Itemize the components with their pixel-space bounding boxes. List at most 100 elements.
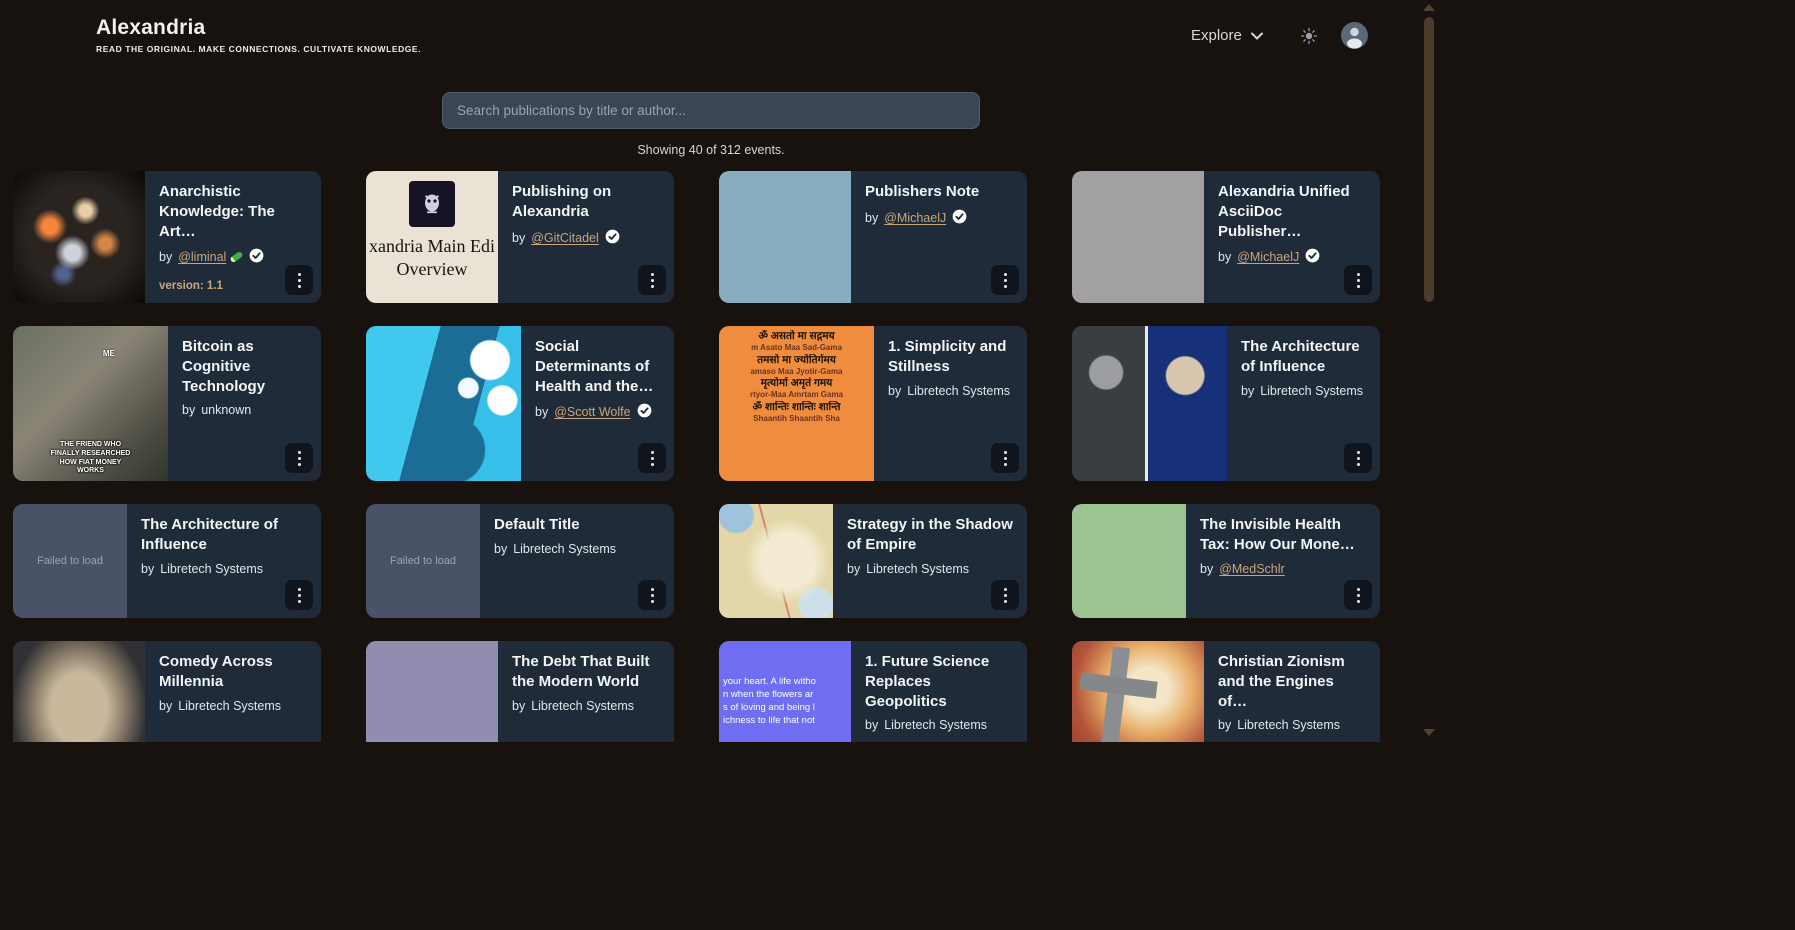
publication-title: The Architecture of Influence [141, 515, 307, 555]
author-link[interactable]: @GitCitadel [531, 231, 599, 245]
mantra-line: ॐ शान्तिः शान्तिः शान्ति [722, 401, 871, 414]
publication-card[interactable]: Failed to loadDefault TitlebyLibretech S… [366, 504, 674, 618]
author-name: Libretech Systems [884, 718, 987, 732]
author-name: Libretech Systems [531, 699, 634, 713]
publications-grid: Anarchistic Knowledge: The Art… by @limina… [13, 171, 1383, 742]
publication-byline: by Libretech Systems [512, 699, 660, 713]
card-menu-button[interactable] [991, 265, 1019, 295]
verified-badge [249, 248, 264, 266]
excerpt-line: your heart. A life witho [723, 675, 847, 688]
publication-card[interactable]: The Invisible Health Tax: How Our Mone…b… [1072, 504, 1380, 618]
publication-card[interactable]: xandria Main EdiOverviewPublishing on Al… [366, 171, 674, 303]
verified-badge-icon [1305, 248, 1320, 263]
fiat-money-meme: METHE FRIEND WHOFINALLY RESEARCHEDHOW FI… [13, 326, 168, 481]
chevron-down-icon [1251, 32, 1263, 40]
publication-card[interactable]: Failed to load The Architecture of Influe… [13, 504, 321, 618]
card-menu-button[interactable] [991, 580, 1019, 610]
publication-title: Publishing on Alexandria [512, 182, 660, 222]
card-menu-button[interactable] [1344, 265, 1372, 295]
author-link[interactable]: @MedSchlr [1219, 562, 1285, 576]
scrollbar-down-arrow[interactable] [1423, 729, 1435, 736]
by-prefix: by [1218, 718, 1231, 732]
search-bar [442, 92, 980, 129]
publication-title: Strategy in the Shadow of Empire [847, 515, 1013, 555]
author-link[interactable]: @MichaelJ [884, 211, 946, 225]
theme-toggle-button[interactable] [1301, 28, 1317, 44]
verified-badge-icon [952, 209, 967, 224]
excerpt-line: ichness to life that not [723, 714, 847, 727]
card-menu-button[interactable] [991, 443, 1019, 473]
publication-card-body: The Debt That Built the Modern WorldbyLi… [498, 641, 674, 742]
publication-title: Default Title [494, 515, 660, 535]
failed-thumbnail: Failed to load [13, 504, 127, 618]
publication-card[interactable]: The Architecture of InfluencebyLibretech… [1072, 326, 1380, 481]
explore-menu-button[interactable]: Explore [1189, 23, 1265, 48]
card-menu-button[interactable] [285, 580, 313, 610]
by-prefix: by [847, 562, 860, 576]
verified-badge-icon [249, 248, 264, 263]
publication-title: The Architecture of Influence [1241, 337, 1366, 377]
author-link[interactable]: @liminal [178, 250, 243, 264]
publication-card[interactable]: Publishers Noteby@MichaelJ [719, 171, 1027, 303]
publication-title: The Invisible Health Tax: How Our Mone… [1200, 515, 1366, 555]
publication-card[interactable]: The Debt That Built the Modern WorldbyLi… [366, 641, 674, 742]
publication-card[interactable]: ॐ असतो मा सद्गमयm Asato Maa Sad-Gamaतमसो… [719, 326, 1027, 481]
avatar-button[interactable] [1341, 22, 1368, 49]
by-prefix: by [182, 403, 195, 417]
author-link[interactable]: @Scott Wolfe [554, 405, 630, 419]
publication-card-body: The Architecture of InfluencebyLibretech… [1227, 326, 1380, 481]
verified-badge [605, 229, 620, 247]
publication-byline: by@GitCitadel [512, 229, 660, 247]
by-prefix: by [865, 718, 878, 732]
publication-title: Anarchistic Knowledge: The Art… [159, 182, 307, 241]
explore-label: Explore [1191, 27, 1242, 44]
author-name: Libretech Systems [513, 542, 616, 556]
meme-caption: THE FRIEND WHOFINALLY RESEARCHEDHOW FIAT… [13, 441, 168, 476]
health-path-illustration [366, 326, 521, 481]
publication-byline: by Libretech Systems [865, 718, 1013, 732]
publication-card[interactable]: Alexandria Unified AsciiDoc Publisher…by… [1072, 171, 1380, 303]
publisher-logo [409, 181, 455, 227]
card-menu-button[interactable] [638, 265, 666, 295]
publication-card[interactable]: Strategy in the Shadow of EmpirebyLibret… [719, 504, 1027, 618]
card-menu-button[interactable] [1344, 443, 1372, 473]
card-menu-button[interactable] [285, 443, 313, 473]
author-name: @GitCitadel [531, 231, 599, 245]
scrollbar-thumb[interactable] [1424, 17, 1434, 302]
scrollbar-up-arrow[interactable] [1423, 4, 1435, 11]
card-menu-button[interactable] [285, 265, 313, 295]
publication-title: Social Determinants of Health and the… [535, 337, 660, 396]
publication-card[interactable]: Comedy Across MillenniabyLibretech Syste… [13, 641, 321, 742]
publication-title: Christian Zionism and the Engines of… [1218, 652, 1366, 711]
publication-card-body: 1. Future Science Replaces Geopoliticsby… [851, 641, 1027, 742]
search-input[interactable] [442, 92, 980, 129]
author-name: Libretech Systems [1237, 718, 1340, 732]
author-name: @Scott Wolfe [554, 405, 630, 419]
mantra-line: Shaantih Shaantih Sha [722, 414, 871, 424]
plain-purple-cover [366, 641, 498, 742]
card-menu-button[interactable] [638, 580, 666, 610]
publication-card[interactable]: Anarchistic Knowledge: The Art…by@limina… [13, 171, 321, 303]
greek-bust-photo [13, 641, 145, 742]
publication-byline: byLibretech Systems [888, 384, 1013, 398]
meme-caption-line: HOW FIAT MONEY [13, 459, 168, 468]
publication-card-body: Bitcoin as Cognitive Technologybyunknown [168, 326, 321, 481]
by-prefix: by [888, 384, 901, 398]
publication-card[interactable]: your heart. A life withon when the flowe… [719, 641, 1027, 742]
card-menu-button[interactable] [1344, 580, 1372, 610]
publication-title: 1. Simplicity and Stillness [888, 337, 1013, 377]
publication-card-body: Publishers Noteby@MichaelJ [851, 171, 1027, 303]
verified-badge [637, 403, 652, 421]
card-menu-button[interactable] [638, 443, 666, 473]
publication-card[interactable]: METHE FRIEND WHOFINALLY RESEARCHEDHOW FI… [13, 326, 321, 481]
by-prefix: by [865, 211, 878, 225]
user-icon [1341, 22, 1368, 49]
by-prefix: by [512, 699, 525, 713]
publication-byline: by Libretech Systems [1218, 718, 1366, 732]
publication-card[interactable]: Christian Zionism and the Engines of… by L… [1072, 641, 1380, 742]
author-link[interactable]: @MichaelJ [1237, 250, 1299, 264]
publication-card-body: Anarchistic Knowledge: The Art…by@limina… [145, 171, 321, 303]
publication-byline: byLibretech Systems [141, 562, 307, 576]
plain-gray-cover [1072, 171, 1204, 303]
publication-card[interactable]: Social Determinants of Health and the…by… [366, 326, 674, 481]
